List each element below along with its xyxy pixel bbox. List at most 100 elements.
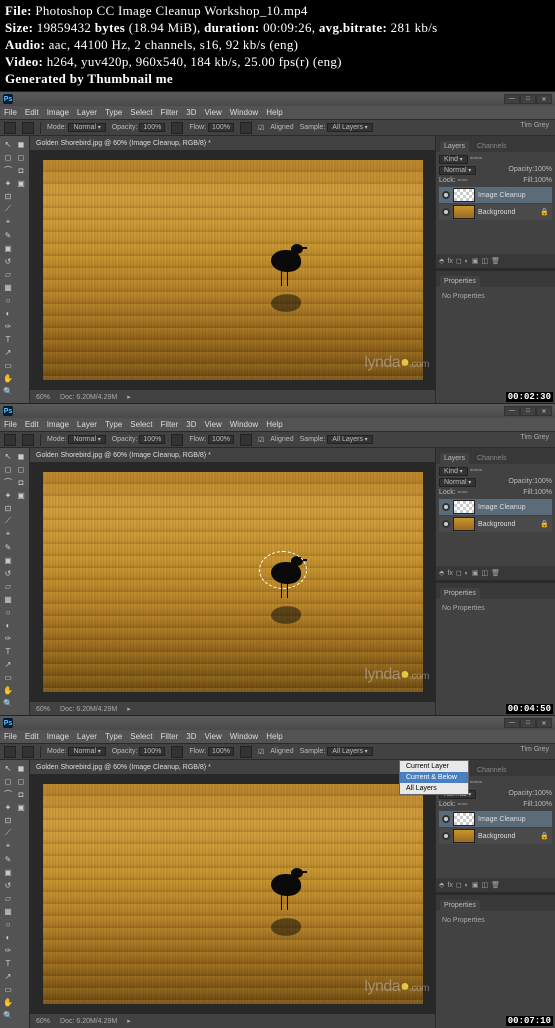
titlebar[interactable]: Ps — □ ✕ <box>0 716 555 730</box>
layer-thumbnail[interactable] <box>453 188 475 202</box>
menu-edit[interactable]: Edit <box>25 420 39 429</box>
layers-tab[interactable]: Layers <box>440 453 469 464</box>
airbrush-icon[interactable] <box>240 434 252 446</box>
canvas[interactable]: lynda●.com <box>32 152 433 388</box>
flow-value[interactable]: 100% <box>208 435 234 444</box>
layer-row-background[interactable]: Background 🔒 <box>439 828 552 844</box>
screenmode-icon[interactable]: ▣ <box>15 177 27 189</box>
brush-preset-icon[interactable] <box>22 122 34 134</box>
foreground-color-icon[interactable]: ◼ <box>15 138 27 150</box>
aligned-checkbox[interactable]: Aligned <box>270 748 293 755</box>
lasso-tool-icon[interactable]: ⌒ <box>2 476 14 488</box>
minimize-button[interactable]: — <box>504 406 520 416</box>
background-color-icon[interactable]: ◻ <box>15 151 27 163</box>
hand-tool-icon[interactable]: ✋ <box>2 372 14 384</box>
menu-filter[interactable]: Filter <box>161 108 179 117</box>
current-tool-icon[interactable] <box>4 122 16 134</box>
gradient-tool-icon[interactable]: ▦ <box>2 905 14 917</box>
menu-type[interactable]: Type <box>105 732 122 741</box>
zoom-tool-icon[interactable]: 🔍 <box>2 385 14 397</box>
move-tool-icon[interactable]: ↖ <box>2 762 14 774</box>
crop-tool-icon[interactable]: ⊡ <box>2 502 14 514</box>
canvas[interactable]: lynda●.com <box>32 776 433 1012</box>
profile-name[interactable]: Tim Grey <box>520 434 549 441</box>
gradient-tool-icon[interactable]: ▦ <box>2 281 14 293</box>
document-tab[interactable]: Golden Shorebird.jpg @ 60% (Image Cleanu… <box>30 136 435 150</box>
new-layer-icon[interactable]: ◫ <box>482 569 489 577</box>
brush-tool-icon[interactable]: ✎ <box>2 541 14 553</box>
flow-value[interactable]: 100% <box>208 747 234 756</box>
properties-tab[interactable]: Properties <box>440 900 480 911</box>
crop-tool-icon[interactable]: ⊡ <box>2 814 14 826</box>
wand-tool-icon[interactable]: ✦ <box>2 177 14 189</box>
mode-dropdown[interactable]: Normal <box>68 123 105 132</box>
lasso-tool-icon[interactable]: ⌒ <box>2 164 14 176</box>
history-brush-tool-icon[interactable]: ↺ <box>2 255 14 267</box>
menu-view[interactable]: View <box>205 108 222 117</box>
move-tool-icon[interactable]: ↖ <box>2 138 14 150</box>
adjustment-icon[interactable]: ◐ <box>465 258 469 265</box>
channels-tab[interactable]: Channels <box>473 765 511 776</box>
zoom-level[interactable]: 60% <box>36 706 50 713</box>
titlebar[interactable]: Ps — □ ✕ <box>0 92 555 106</box>
wand-tool-icon[interactable]: ✦ <box>2 489 14 501</box>
layer-fill[interactable]: 100% <box>534 489 552 496</box>
blur-tool-icon[interactable]: ○ <box>2 294 14 306</box>
menu-3d[interactable]: 3D <box>186 732 196 741</box>
maximize-button[interactable]: □ <box>520 406 536 416</box>
close-button[interactable]: ✕ <box>536 94 552 104</box>
dodge-tool-icon[interactable]: ◐ <box>2 307 14 319</box>
layer-thumbnail[interactable] <box>453 829 475 843</box>
quickmask-icon[interactable]: ◘ <box>15 788 27 800</box>
mask-icon[interactable]: ◻ <box>456 881 462 889</box>
layers-tab[interactable]: Layers <box>440 141 469 152</box>
brush-tool-icon[interactable]: ✎ <box>2 229 14 241</box>
layer-row-cleanup[interactable]: Image Cleanup <box>439 811 552 827</box>
type-tool-icon[interactable]: T <box>2 957 14 969</box>
visibility-icon[interactable] <box>442 503 450 511</box>
marquee-tool-icon[interactable]: ◻ <box>2 775 14 787</box>
menu-file[interactable]: File <box>4 108 17 117</box>
zoom-tool-icon[interactable]: 🔍 <box>2 1009 14 1021</box>
quickmask-icon[interactable]: ◘ <box>15 476 27 488</box>
link-icon[interactable]: ⬘ <box>439 569 444 577</box>
close-button[interactable]: ✕ <box>536 718 552 728</box>
shape-tool-icon[interactable]: ▭ <box>2 671 14 683</box>
properties-tab[interactable]: Properties <box>440 276 480 287</box>
menu-type[interactable]: Type <box>105 108 122 117</box>
eraser-tool-icon[interactable]: ▱ <box>2 268 14 280</box>
brush-preset-icon[interactable] <box>22 746 34 758</box>
menu-filter[interactable]: Filter <box>161 420 179 429</box>
eyedropper-tool-icon[interactable]: ⟋ <box>2 203 14 215</box>
layer-fill[interactable]: 100% <box>534 801 552 808</box>
opacity-value[interactable]: 100% <box>139 435 165 444</box>
menu-3d[interactable]: 3D <box>186 420 196 429</box>
menu-layer[interactable]: Layer <box>77 108 97 117</box>
dropdown-item-current[interactable]: Current Layer <box>400 761 468 772</box>
minimize-button[interactable]: — <box>504 718 520 728</box>
mask-icon[interactable]: ◻ <box>456 257 462 265</box>
zoom-tool-icon[interactable]: 🔍 <box>2 697 14 709</box>
lasso-tool-icon[interactable]: ⌒ <box>2 788 14 800</box>
dodge-tool-icon[interactable]: ◐ <box>2 619 14 631</box>
pressure-opacity-icon[interactable] <box>171 122 183 134</box>
dodge-tool-icon[interactable]: ◐ <box>2 931 14 943</box>
heal-tool-icon[interactable]: ⌖ <box>2 840 14 852</box>
layer-row-cleanup[interactable]: Image Cleanup <box>439 499 552 515</box>
layer-thumbnail[interactable] <box>453 205 475 219</box>
move-tool-icon[interactable]: ↖ <box>2 450 14 462</box>
layer-opacity[interactable]: 100% <box>534 790 552 797</box>
dropdown-item-below[interactable]: Current & Below <box>400 772 468 783</box>
new-layer-icon[interactable]: ◫ <box>482 881 489 889</box>
eraser-tool-icon[interactable]: ▱ <box>2 580 14 592</box>
gradient-tool-icon[interactable]: ▦ <box>2 593 14 605</box>
screenmode-icon[interactable]: ▣ <box>15 801 27 813</box>
opacity-value[interactable]: 100% <box>139 747 165 756</box>
menu-select[interactable]: Select <box>130 108 152 117</box>
pressure-opacity-icon[interactable] <box>171 434 183 446</box>
layer-opacity[interactable]: 100% <box>534 166 552 173</box>
menu-edit[interactable]: Edit <box>25 108 39 117</box>
hand-tool-icon[interactable]: ✋ <box>2 996 14 1008</box>
type-tool-icon[interactable]: T <box>2 645 14 657</box>
document-tab[interactable]: Golden Shorebird.jpg @ 60% (Image Cleanu… <box>30 760 435 774</box>
